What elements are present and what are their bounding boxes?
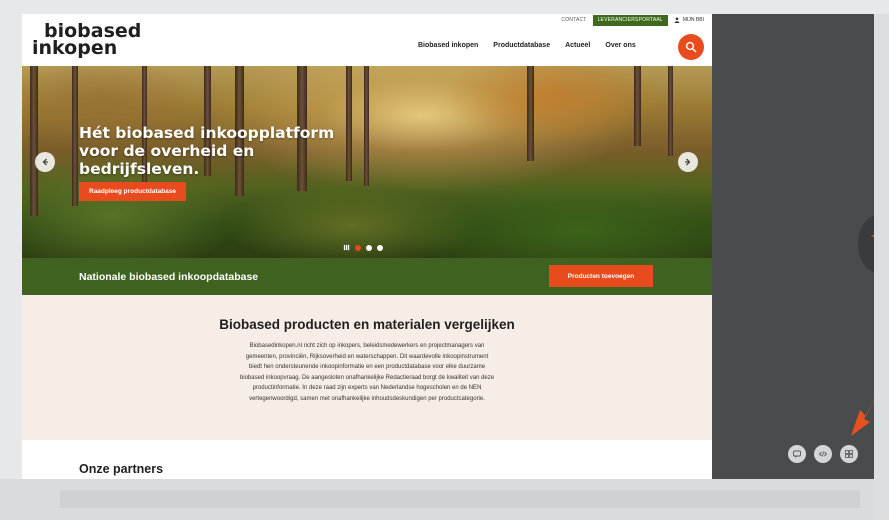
- productdatabase-button[interactable]: Raadpleeg productdatabase: [79, 182, 187, 201]
- intro-body-line: biobased inkoopvraag. De aangesloten ona…: [239, 374, 495, 381]
- browser-viewport: biobased inkopen CONTACT LEVERANCIERSPOR…: [22, 14, 712, 479]
- carousel-dot[interactable]: [355, 244, 361, 251]
- database-banner: Nationale biobased inkoopdatabase Produc…: [22, 258, 712, 295]
- hero-title-line: Hét biobased inkoopplatform: [79, 124, 335, 142]
- intro-body-line: gemeenten, provinciën, Rijksoverheid en …: [245, 353, 489, 360]
- nav-item-actueel[interactable]: Actueel: [565, 42, 590, 49]
- hero-tree: [72, 66, 78, 206]
- arrow-right-icon: [685, 158, 691, 166]
- page-footer-band: [60, 490, 860, 508]
- contact-link[interactable]: CONTACT: [561, 17, 586, 23]
- hero-tree: [30, 66, 38, 216]
- intro-section: Biobased producten en materialen vergeli…: [22, 295, 712, 440]
- add-products-button[interactable]: Producten toevoegen: [549, 265, 653, 287]
- nav-item-productdatabase[interactable]: Productdatabase: [493, 42, 550, 49]
- search-icon: [685, 41, 697, 53]
- arrow-left-icon: [42, 158, 48, 166]
- hero-carousel: Hét biobased inkoopplatform voor de over…: [22, 66, 712, 258]
- site-header: biobased inkopen CONTACT LEVERANCIERSPOR…: [22, 14, 712, 66]
- account-label: MIJN BBI: [682, 17, 704, 23]
- comment-button[interactable]: [788, 445, 806, 463]
- grid-icon: [845, 450, 853, 458]
- nav-item-over-ons[interactable]: Over ons: [605, 42, 635, 49]
- hero-title-line: bedrijfsleven.: [79, 160, 200, 178]
- code-button[interactable]: [814, 445, 832, 463]
- partners-title: Onze partners: [79, 462, 164, 476]
- nav-item-biobased-inkopen[interactable]: Biobased inkopen: [418, 42, 478, 49]
- supplier-portal-button[interactable]: LEVERANCIERSPORTAAL: [592, 14, 668, 26]
- carousel-dot[interactable]: [377, 244, 383, 251]
- hero-tree: [527, 66, 534, 161]
- intro-body: Biobasedinkopen.nl richt zich op inkoper…: [194, 341, 540, 404]
- intro-body-line: productinformatie. In deze raad zijn exp…: [252, 385, 482, 391]
- page-gutter: [874, 14, 889, 520]
- main-nav: Biobased inkopen Productdatabase Actueel…: [418, 42, 651, 49]
- search-button[interactable]: [678, 34, 704, 60]
- carousel-next-button[interactable]: [678, 152, 698, 172]
- logo-text-bottom: inkopen: [32, 37, 118, 59]
- hero-tree: [668, 66, 673, 156]
- account-link[interactable]: MIJN BBI: [674, 17, 704, 23]
- hero-title-line: voor de overheid en: [79, 142, 255, 160]
- code-icon: [818, 451, 828, 457]
- utility-nav: CONTACT LEVERANCIERSPORTAAL MIJN BBI: [561, 14, 704, 26]
- site-logo[interactable]: biobased inkopen: [32, 19, 162, 59]
- carousel-indicators: [343, 244, 383, 251]
- grid-button[interactable]: [840, 445, 858, 463]
- intro-body-line: Biobasedinkopen.nl richt zich op inkoper…: [249, 343, 485, 349]
- intro-title: Biobased producten en materialen vergeli…: [219, 317, 515, 332]
- database-banner-title: Nationale biobased inkoopdatabase: [79, 270, 259, 283]
- carousel-prev-button[interactable]: [35, 152, 55, 172]
- pause-icon[interactable]: [343, 244, 350, 251]
- comment-icon: [793, 450, 801, 458]
- hero-title: Hét biobased inkoopplatform voor de over…: [79, 124, 379, 178]
- intro-body-line: biedt hen ondersteunende inkoopinformati…: [248, 364, 486, 370]
- user-icon: [674, 17, 680, 23]
- carousel-dot[interactable]: [366, 244, 372, 251]
- partners-section: Onze partners: [22, 440, 712, 479]
- hero-foliage: [442, 66, 662, 146]
- intro-body-line: vertegenwoordigd, samen met onafhankelij…: [249, 395, 485, 402]
- hero-tree: [634, 66, 641, 146]
